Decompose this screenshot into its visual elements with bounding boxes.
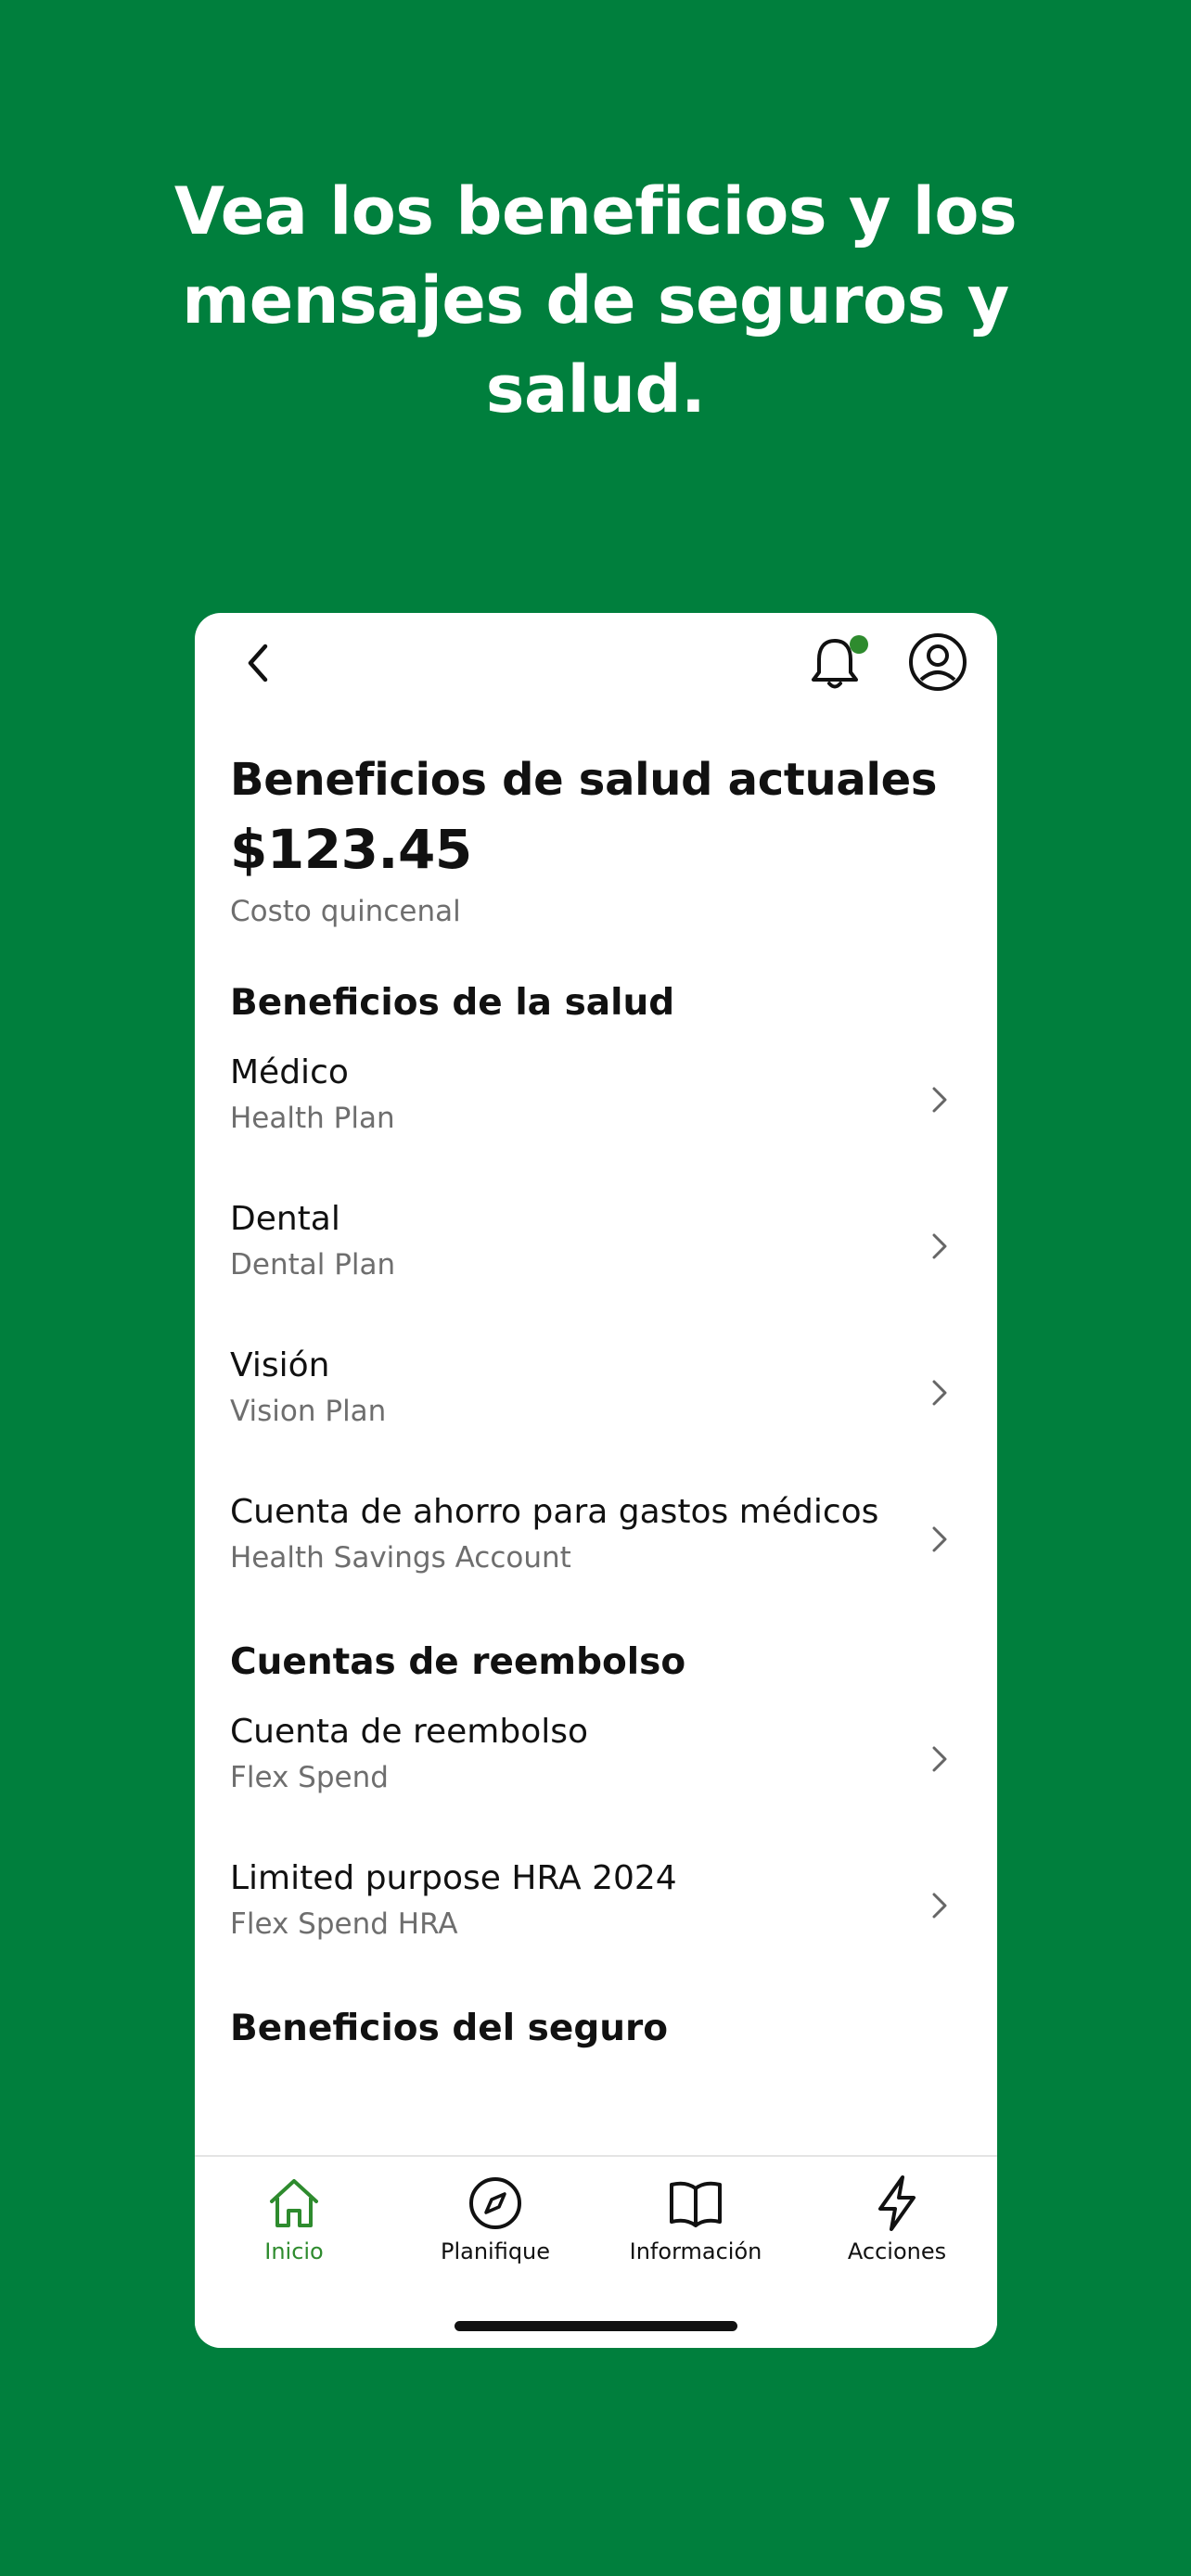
item-title: Visión [230,1346,330,1384]
section-title-insurance: Beneficios del seguro [230,2008,669,2049]
section-title-health: Beneficios de la salud [230,982,675,1024]
page-title: Beneficios de salud actuales [230,754,938,806]
item-subtitle: Vision Plan [230,1395,387,1428]
list-item-hsa[interactable]: Cuenta de ahorro para gastos médicos Hea… [230,1482,962,1628]
list-item-vision[interactable]: Visión Vision Plan [230,1335,962,1482]
list-item-flex-spend[interactable]: Cuenta de reembolso Flex Spend [230,1702,962,1848]
tab-label: Acciones [847,2238,947,2264]
item-title: Dental [230,1200,340,1238]
headline-line-1: Vea los beneficios y los [173,173,1018,249]
chevron-right-icon [932,1746,947,1772]
profile-icon[interactable] [907,631,968,693]
list-item-medico[interactable]: Médico Health Plan [230,1042,962,1189]
chevron-right-icon [932,1233,947,1259]
tab-inicio[interactable]: Inicio [195,2174,394,2276]
chevron-right-icon [932,1380,947,1406]
top-bar [195,613,997,715]
chevron-left-icon[interactable] [232,635,288,691]
item-subtitle: Health Savings Account [230,1541,571,1575]
item-subtitle: Health Plan [230,1102,395,1135]
lightning-icon [878,2175,916,2231]
notification-dot [850,635,868,654]
home-indicator [455,2321,737,2331]
book-icon [670,2181,722,2227]
content-area: Beneficios de salud actuales $123.45 Cos… [230,752,962,2049]
list-item-hra[interactable]: Limited purpose HRA 2024 Flex Spend HRA [230,1848,962,1995]
section-title-reimbursement: Cuentas de reembolso [230,1641,686,1683]
item-title: Cuenta de reembolso [230,1713,589,1751]
reimbursement-list: Cuenta de reembolso Flex Spend Limited p… [230,1702,962,1995]
list-item-dental[interactable]: Dental Dental Plan [230,1189,962,1335]
tab-planifique[interactable]: Planifique [395,2174,596,2276]
item-subtitle: Flex Spend [230,1761,389,1794]
tab-label: Información [629,2238,762,2264]
chevron-right-icon [932,1893,947,1919]
tab-label: Planifique [440,2238,551,2264]
health-benefits-list: Médico Health Plan Dental Dental Plan Vi… [230,1042,962,1628]
cost-label: Costo quincenal [230,895,461,928]
item-subtitle: Flex Spend HRA [230,1907,458,1941]
tab-label: Inicio [264,2238,324,2264]
item-title: Limited purpose HRA 2024 [230,1859,677,1897]
item-title: Cuenta de ahorro para gastos médicos [230,1493,879,1531]
item-subtitle: Dental Plan [230,1248,396,1282]
headline-line-2: mensajes de seguros y [182,262,1009,338]
headline-line-3: salud. [485,351,706,427]
compass-icon [469,2177,521,2229]
chevron-right-icon [932,1526,947,1552]
promo-headline: Vea los beneficios y los mensajes de seg… [0,167,1191,434]
cost-amount: $123.45 [230,818,472,881]
item-title: Médico [230,1053,349,1091]
tab-informacion[interactable]: Información [596,2174,796,2276]
home-icon [270,2179,318,2227]
phone-screen: Beneficios de salud actuales $123.45 Cos… [195,613,997,2348]
tab-acciones[interactable]: Acciones [797,2174,997,2276]
chevron-right-icon [932,1087,947,1113]
bottom-tab-bar: Inicio Planifique Información Acciones [195,2155,997,2348]
